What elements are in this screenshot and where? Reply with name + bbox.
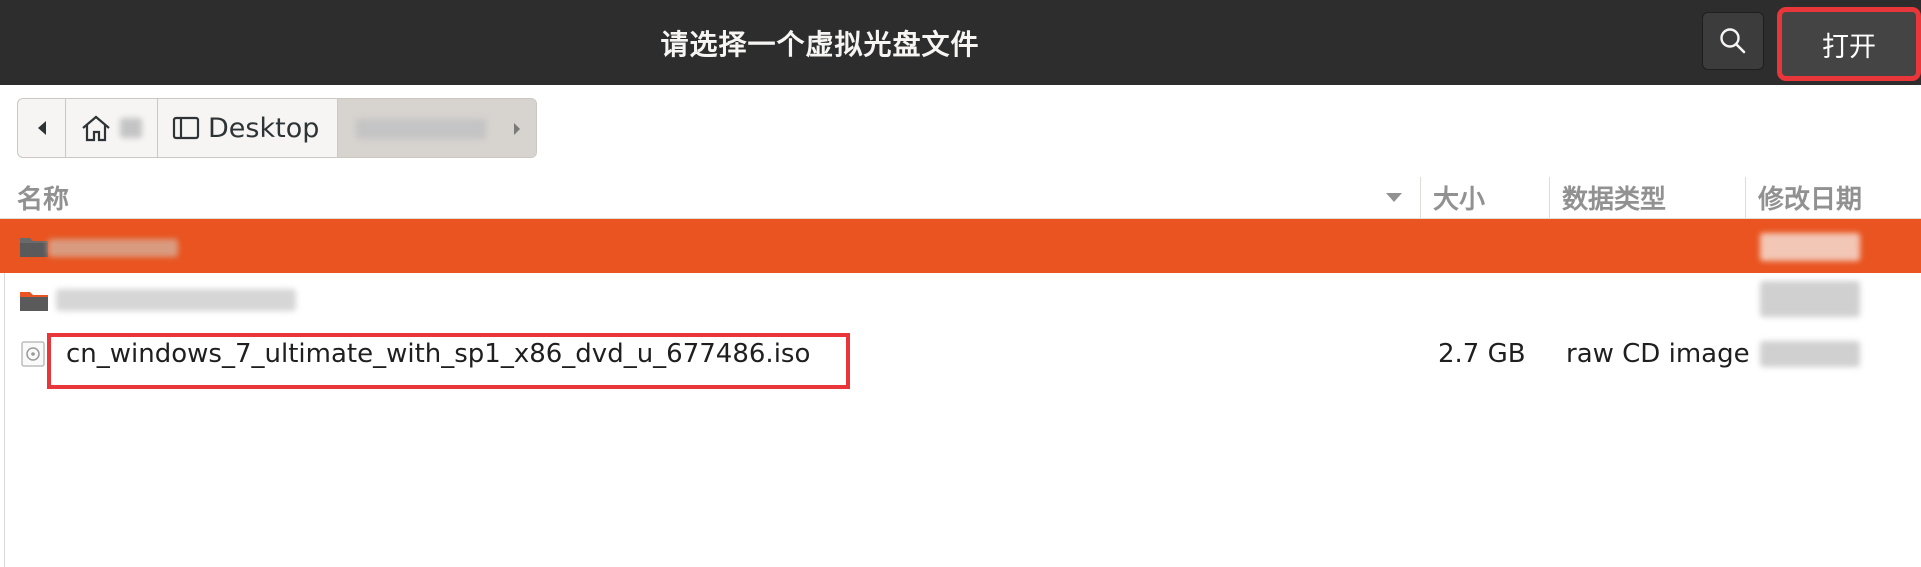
column-divider (1549, 177, 1550, 218)
redacted-folder-name (356, 119, 486, 139)
column-type-label: 数据类型 (1562, 185, 1667, 215)
redacted-date (1760, 233, 1860, 261)
file-type: raw CD image (1566, 339, 1750, 369)
file-list-header: 名称 大小 数据类型 修改日期 (0, 177, 1921, 219)
redacted-date (1760, 341, 1860, 367)
column-size-label: 大小 (1433, 185, 1486, 215)
column-modified-label: 修改日期 (1758, 185, 1863, 215)
disc-image-icon (20, 327, 46, 381)
column-header-name[interactable]: 名称 (17, 177, 69, 218)
search-button[interactable] (1702, 12, 1764, 70)
column-header-size[interactable]: 大小 (1433, 177, 1485, 218)
file-row[interactable] (0, 219, 1921, 273)
dialog-title: 请选择一个虚拟光盘文件 (660, 27, 980, 61)
path-current-folder-button[interactable] (338, 99, 536, 157)
redacted-file-name (56, 289, 296, 311)
desktop-drive-icon (172, 116, 200, 140)
path-back-button[interactable] (18, 99, 66, 157)
column-name-label: 名称 (17, 185, 70, 215)
path-desktop-label: Desktop (208, 112, 320, 144)
back-arrow-icon (37, 121, 46, 135)
home-icon (82, 115, 110, 142)
redacted-home-name (120, 118, 142, 138)
forward-arrow-icon[interactable] (512, 122, 522, 136)
search-icon (1720, 28, 1746, 54)
highlight-box (47, 333, 850, 389)
folder-icon (18, 219, 50, 273)
column-header-modified[interactable]: 修改日期 (1758, 177, 1862, 218)
file-row[interactable] (0, 273, 1921, 327)
redacted-file-name (48, 239, 178, 257)
file-size: 2.7 GB (1438, 339, 1526, 369)
column-divider (1420, 177, 1421, 218)
column-divider (1745, 177, 1746, 218)
folder-icon (18, 273, 50, 327)
sort-descending-icon[interactable] (1385, 192, 1403, 204)
path-home-button[interactable] (66, 99, 158, 157)
path-bar: Desktop (17, 98, 537, 158)
column-header-type[interactable]: 数据类型 (1562, 177, 1666, 218)
path-desktop-button[interactable]: Desktop (158, 99, 338, 157)
open-button[interactable]: 打开 (1782, 12, 1916, 76)
dialog-header: 请选择一个虚拟光盘文件 打开 (0, 0, 1921, 85)
redacted-date (1760, 281, 1860, 317)
